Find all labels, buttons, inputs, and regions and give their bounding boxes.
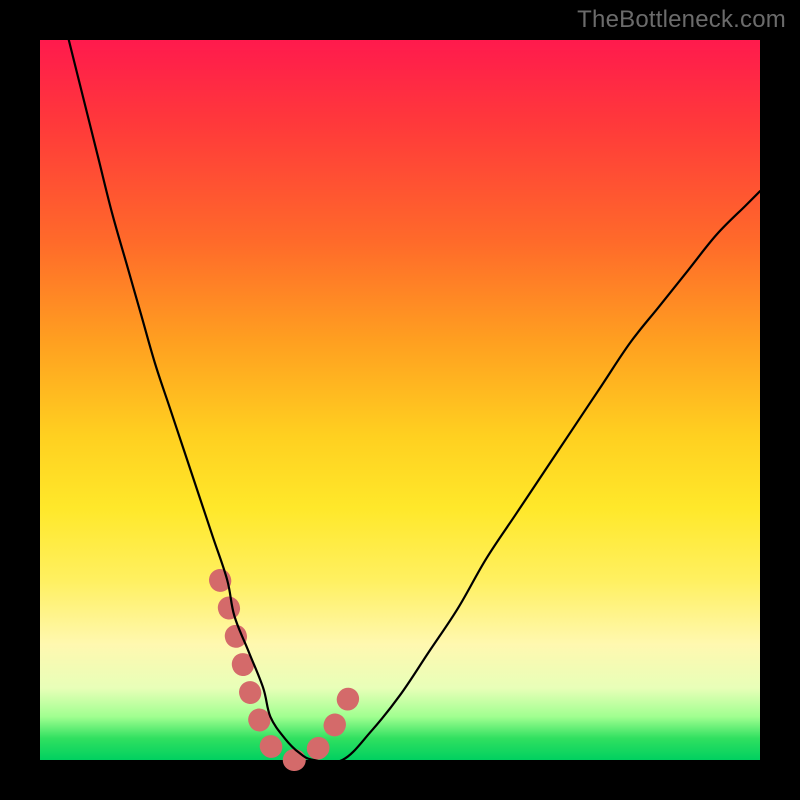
chart-frame: TheBottleneck.com xyxy=(0,0,800,800)
bottleneck-curve-path xyxy=(69,40,760,763)
plot-area xyxy=(40,40,760,760)
watermark-text: TheBottleneck.com xyxy=(577,6,786,34)
highlight-band-path xyxy=(220,580,357,761)
curve-layer xyxy=(40,40,760,760)
